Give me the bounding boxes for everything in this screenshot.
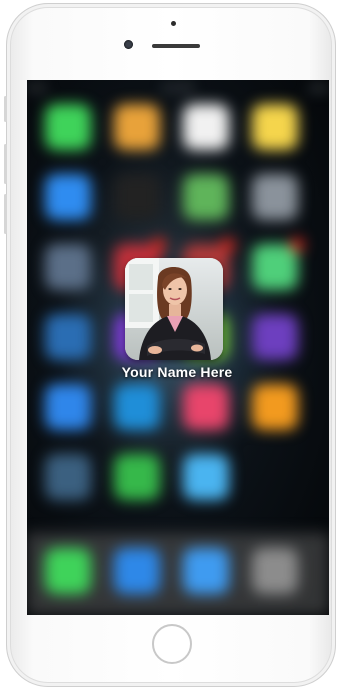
- proximity-sensor: [171, 21, 176, 26]
- viber-icon[interactable]: [252, 314, 298, 360]
- video-icon[interactable]: [114, 548, 160, 594]
- folder-icon[interactable]: [45, 244, 91, 290]
- photos-icon[interactable]: [114, 104, 160, 150]
- contact-photo[interactable]: [125, 258, 223, 360]
- volume-up-button[interactable]: [4, 144, 7, 184]
- game-icon[interactable]: [45, 454, 91, 500]
- notification-badge: [152, 238, 166, 252]
- front-camera: [124, 40, 133, 49]
- contact-name-label: Your Name Here: [121, 364, 233, 380]
- earpiece-speaker: [152, 44, 200, 48]
- weather-icon[interactable]: [183, 454, 229, 500]
- volume-down-button[interactable]: [4, 194, 7, 234]
- notification-badge: [221, 238, 235, 252]
- mute-switch[interactable]: [4, 96, 7, 122]
- whatsapp-icon[interactable]: [114, 454, 160, 500]
- notes-icon[interactable]: [252, 104, 298, 150]
- clock-icon[interactable]: [183, 104, 229, 150]
- settings-icon[interactable]: [252, 174, 298, 220]
- time-label: 9:41 PM: [162, 83, 193, 93]
- stocks-icon[interactable]: [114, 174, 160, 220]
- phone-folder-icon[interactable]: [252, 244, 298, 290]
- mail-icon[interactable]: [45, 174, 91, 220]
- app-icon[interactable]: [114, 384, 160, 430]
- safari-icon[interactable]: [45, 314, 91, 360]
- phone-icon[interactable]: [45, 548, 91, 594]
- home-screen: AT&T 9:41 PM 100% Your Name Here: [27, 80, 329, 615]
- notification-badge: [290, 238, 304, 252]
- battery-label: 100%: [308, 83, 329, 93]
- carrier-label: AT&T: [27, 83, 47, 93]
- safari-icon[interactable]: [183, 548, 229, 594]
- messages-icon[interactable]: [45, 104, 91, 150]
- ibooks-icon[interactable]: [252, 384, 298, 430]
- appstore-icon[interactable]: [45, 384, 91, 430]
- home-button[interactable]: [152, 624, 192, 664]
- status-bar: AT&T 9:41 PM 100%: [27, 80, 329, 96]
- camera-icon[interactable]: [252, 548, 298, 594]
- maps-icon[interactable]: [183, 174, 229, 220]
- person-photo-icon: [125, 258, 223, 360]
- app-icon[interactable]: [183, 384, 229, 430]
